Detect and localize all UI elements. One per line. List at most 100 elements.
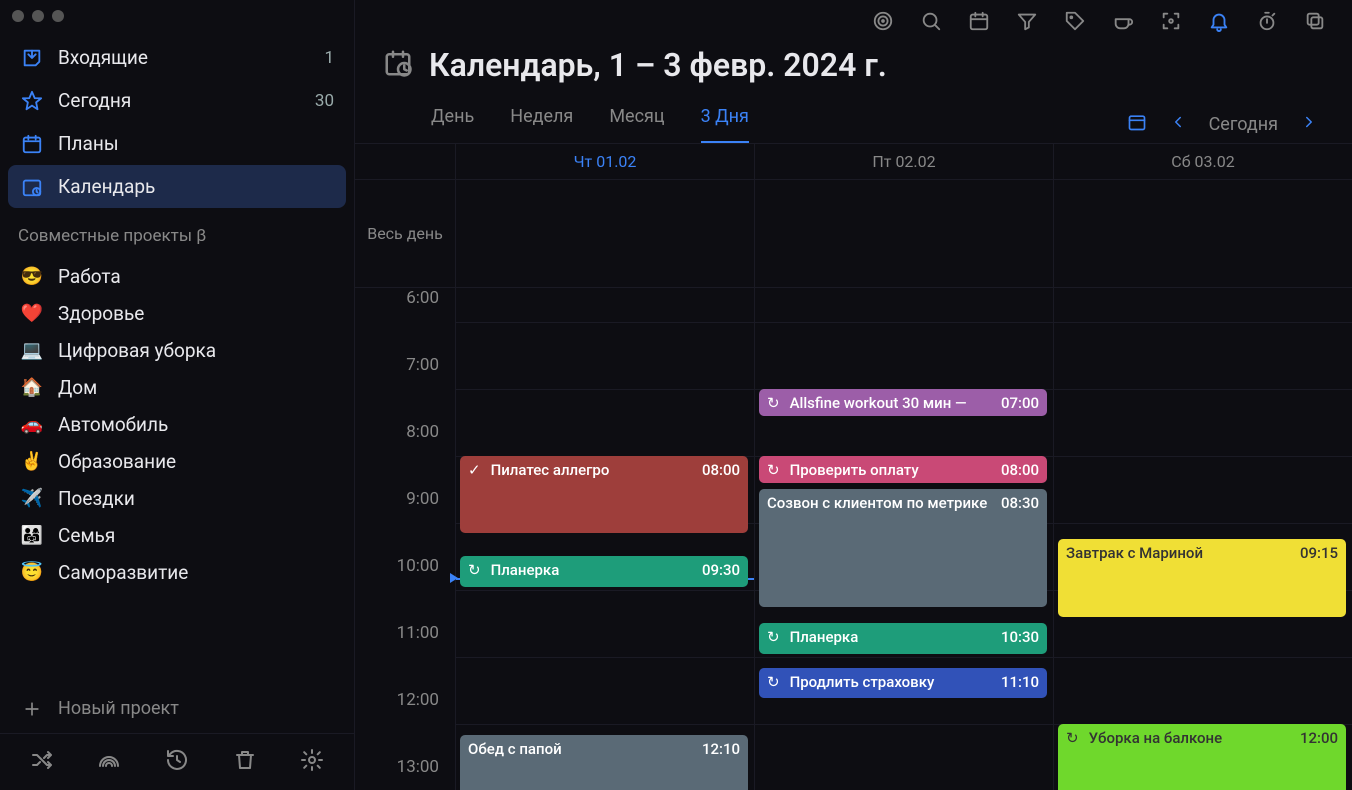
calendar-event[interactable]: Завтрак с Мариной09:15 (1058, 539, 1346, 616)
date-picker-icon[interactable] (1127, 112, 1147, 137)
tab-3days[interactable]: 3 Дня (701, 106, 749, 143)
all-day-row[interactable] (755, 180, 1053, 288)
close-window[interactable] (12, 10, 24, 22)
focus-icon[interactable] (1160, 10, 1182, 32)
all-day-row[interactable] (456, 180, 754, 288)
repeat-icon (468, 561, 485, 579)
event-title: Уборка на балконе (1066, 729, 1338, 747)
project-item[interactable]: 💻Цифровая уборка (8, 332, 346, 369)
nav-count: 1 (324, 48, 334, 68)
shuffle-icon[interactable] (30, 748, 54, 776)
bottom-toolbar (0, 733, 354, 790)
event-time: 08:00 (702, 461, 740, 479)
calendar-event[interactable]: Планерка10:30 (759, 623, 1047, 654)
project-item[interactable]: 😎 Работа (8, 258, 346, 295)
project-emoji: 👨‍👩‍👧 (20, 525, 44, 546)
event-title: Пилатес аллегро (468, 461, 740, 479)
day-header[interactable]: Чт 01.02 (456, 144, 754, 180)
event-time: 09:30 (702, 561, 740, 579)
event-title: Завтрак с Мариной (1066, 544, 1338, 562)
stopwatch-icon[interactable] (1256, 10, 1278, 32)
event-time: 11:10 (1001, 673, 1039, 691)
calendar-header: Календарь, 1 – 3 февр. 2024 г. (355, 36, 1352, 90)
coffee-icon[interactable] (1112, 10, 1134, 32)
calendar-icon (20, 176, 44, 198)
calendar-event[interactable]: Продлить страховку11:10 (759, 668, 1047, 699)
project-emoji: ✌️ (20, 451, 44, 472)
project-emoji: ❤️ (20, 303, 44, 324)
project-label: Автомобиль (58, 413, 168, 436)
project-item[interactable]: ✌️Образование (8, 443, 346, 480)
project-label: Здоровье (58, 302, 144, 325)
day-header[interactable]: Пт 02.02 (755, 144, 1053, 180)
event-title: Планерка (767, 628, 1039, 646)
project-item[interactable]: 🚗Автомобиль (8, 406, 346, 443)
day-grid-body[interactable]: Завтрак с Мариной09:15 Уборка на балконе1… (1054, 288, 1352, 790)
sidebar-item-calendar[interactable]: Календарь (8, 165, 346, 208)
rainbow-icon[interactable] (97, 748, 121, 776)
search-icon[interactable] (920, 10, 942, 32)
calendar-event[interactable]: Allsfine workout 30 мин —07:00 (759, 389, 1047, 416)
tab-week[interactable]: Неделя (510, 106, 573, 143)
calendar-toolbar-icon[interactable] (968, 10, 990, 32)
event-title: Обед с папой (468, 740, 740, 758)
calendar-event[interactable]: Обед с папой12:10 (460, 735, 748, 790)
day-grid-body[interactable]: Allsfine workout 30 мин —07:00 Проверить … (755, 288, 1053, 790)
project-item[interactable]: 🏠Дом (8, 369, 346, 406)
event-title: Планерка (468, 561, 740, 579)
copy-icon[interactable] (1304, 10, 1326, 32)
project-emoji: 😇 (20, 562, 44, 583)
prev-button[interactable] (1169, 113, 1187, 136)
minimize-window[interactable] (32, 10, 44, 22)
filter-icon[interactable] (1016, 10, 1038, 32)
time-label: 11:00 (355, 623, 455, 690)
day-grid-body[interactable]: Пилатес аллегро08:00 Планерка09:30 Обед с … (456, 288, 754, 790)
history-icon[interactable] (165, 748, 189, 776)
today-button[interactable]: Сегодня (1209, 114, 1278, 135)
sidebar-item-inbox[interactable]: Входящие 1 (8, 36, 346, 79)
next-button[interactable] (1300, 113, 1318, 136)
repeat-icon (767, 673, 784, 691)
all-day-row[interactable] (1054, 180, 1352, 288)
tab-month[interactable]: Месяц (609, 106, 664, 143)
calendar-event[interactable]: Планерка09:30 (460, 556, 748, 587)
new-project-button[interactable]: Новый проект (8, 688, 346, 729)
event-title: Проверить оплату (767, 461, 1039, 479)
project-emoji: 💻 (20, 340, 44, 361)
nav-label: Планы (58, 132, 119, 155)
view-row: День Неделя Месяц 3 Дня Сегодня (355, 90, 1352, 144)
maximize-window[interactable] (52, 10, 64, 22)
day-header[interactable]: Сб 03.02 (1054, 144, 1352, 180)
main-area: Календарь, 1 – 3 февр. 2024 г. День Неде… (355, 0, 1352, 790)
bell-icon[interactable] (1208, 10, 1230, 32)
project-item[interactable]: 👨‍👩‍👧Семья (8, 517, 346, 554)
event-time: 08:00 (1001, 461, 1039, 479)
project-emoji: 😎 (20, 266, 44, 287)
sidebar-item-plans[interactable]: Планы (8, 122, 346, 165)
nav-section: Входящие 1 Сегодня 30 Планы Календарь (0, 32, 354, 212)
project-item[interactable]: ✈️Поездки (8, 480, 346, 517)
nav-count: 30 (315, 91, 334, 111)
new-project-label: Новый проект (58, 698, 179, 719)
page-title: Календарь, 1 – 3 февр. 2024 г. (429, 46, 887, 84)
event-time: 07:00 (1001, 394, 1039, 412)
star-icon (20, 90, 44, 112)
trash-icon[interactable] (233, 748, 257, 776)
all-day-label: Весь день (355, 180, 455, 288)
event-title: Созвон с клиентом по метрике (767, 494, 1039, 512)
project-label: Работа (58, 265, 121, 288)
repeat-icon (767, 628, 784, 646)
repeat-icon (1066, 729, 1083, 747)
project-item[interactable]: 😇Саморазвитие (8, 554, 346, 591)
tab-day[interactable]: День (431, 106, 474, 143)
calendar-event[interactable]: Проверить оплату08:00 (759, 456, 1047, 483)
settings-icon[interactable] (300, 748, 324, 776)
calendar-event[interactable]: Пилатес аллегро08:00 (460, 456, 748, 533)
nav-label: Сегодня (58, 89, 131, 112)
sidebar-item-today[interactable]: Сегодня 30 (8, 79, 346, 122)
calendar-event[interactable]: Созвон с клиентом по метрике08:30 (759, 489, 1047, 607)
project-item[interactable]: ❤️ Здоровье (8, 295, 346, 332)
tag-icon[interactable] (1064, 10, 1086, 32)
target-icon[interactable] (872, 10, 894, 32)
calendar-event[interactable]: Уборка на балконе12:00 (1058, 724, 1346, 790)
